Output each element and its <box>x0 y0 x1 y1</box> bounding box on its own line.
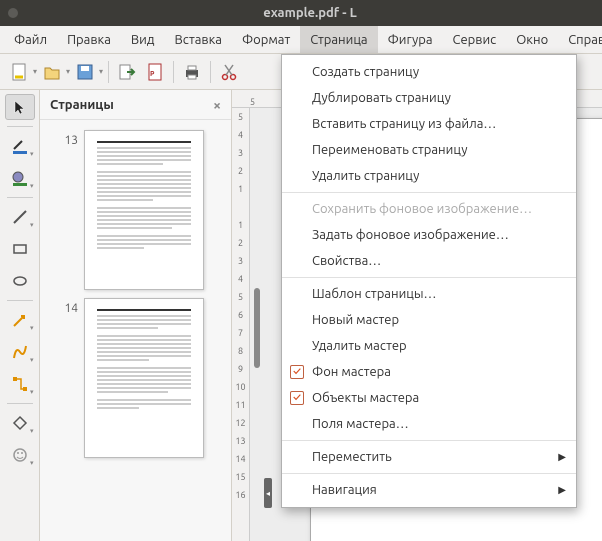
menu-navigation[interactable]: Навигация▶ <box>282 477 576 503</box>
menu-shape[interactable]: Фигура <box>378 26 443 53</box>
toolbar-separator <box>210 61 211 83</box>
menu-separator <box>282 277 576 278</box>
arrow-line-tool[interactable]: ▾ <box>5 307 35 333</box>
line-tool[interactable]: ▾ <box>5 204 35 230</box>
panel-collapse-handle[interactable]: ◂ <box>264 478 272 508</box>
svg-text:P: P <box>150 70 155 78</box>
tool-separator <box>7 403 33 404</box>
menu-move[interactable]: Переместить▶ <box>282 444 576 470</box>
menu-properties[interactable]: Свойства… <box>282 248 576 274</box>
menu-save-background: Сохранить фоновое изображение… <box>282 196 576 222</box>
page-thumbnail[interactable] <box>84 130 204 290</box>
page-thumb-row[interactable]: 13 <box>40 126 231 294</box>
menu-tools[interactable]: Сервис <box>443 26 507 53</box>
tool-separator <box>7 126 33 127</box>
menu-view[interactable]: Вид <box>121 26 165 53</box>
ellipse-tool[interactable] <box>5 268 35 294</box>
menu-page[interactable]: Страница <box>300 26 377 53</box>
menu-insert[interactable]: Вставка <box>164 26 231 53</box>
new-doc-button[interactable]: ▾ <box>6 59 37 85</box>
cursor-tool[interactable] <box>5 94 35 120</box>
fill-color-tool[interactable]: ▾ <box>5 165 35 191</box>
pages-panel-title: Страницы <box>50 98 114 112</box>
save-button[interactable]: ▾ <box>72 59 103 85</box>
menu-file[interactable]: Файл <box>4 26 57 53</box>
export-pdf-button[interactable]: P <box>142 59 168 85</box>
menu-set-background[interactable]: Задать фоновое изображение… <box>282 222 576 248</box>
menu-new-page[interactable]: Создать страницу <box>282 59 576 85</box>
scrollbar-thumb[interactable] <box>254 288 260 368</box>
window-control-dot[interactable] <box>8 8 18 18</box>
smiley-tool[interactable]: ▾ <box>5 442 35 468</box>
menu-master-objects[interactable]: ✓Объекты мастера <box>282 385 576 411</box>
toolbar-separator <box>108 61 109 83</box>
left-toolbox: ▾ ▾ ▾ ▾ ▾ ▾ ▾ ▾ <box>0 90 40 541</box>
menu-help[interactable]: Справка <box>558 26 602 53</box>
open-button[interactable]: ▾ <box>39 59 70 85</box>
checkbox-icon: ✓ <box>290 365 304 379</box>
page-number: 13 <box>48 130 78 147</box>
menu-window[interactable]: Окно <box>506 26 558 53</box>
menu-duplicate-page[interactable]: Дублировать страницу <box>282 85 576 111</box>
line-color-tool[interactable]: ▾ <box>5 133 35 159</box>
pages-panel-header: Страницы × <box>40 90 231 120</box>
basic-shapes-tool[interactable]: ▾ <box>5 410 35 436</box>
tool-separator <box>7 300 33 301</box>
menu-rename-page[interactable]: Переименовать страницу <box>282 137 576 163</box>
titlebar: example.pdf - L <box>0 0 602 26</box>
menu-master-background[interactable]: ✓Фон мастера <box>282 359 576 385</box>
menu-page-template[interactable]: Шаблон страницы… <box>282 281 576 307</box>
menu-separator <box>282 473 576 474</box>
print-button[interactable] <box>179 59 205 85</box>
export-button[interactable] <box>114 59 140 85</box>
window-title: example.pdf - L <box>26 6 594 20</box>
menu-edit[interactable]: Правка <box>57 26 121 53</box>
toolbar-separator <box>173 61 174 83</box>
page-thumbnail[interactable] <box>84 298 204 458</box>
cut-button[interactable] <box>216 59 242 85</box>
menu-delete-page[interactable]: Удалить страницу <box>282 163 576 189</box>
checkbox-icon: ✓ <box>290 391 304 405</box>
curve-tool[interactable]: ▾ <box>5 339 35 365</box>
pages-panel: Страницы × 13 14 <box>40 90 232 541</box>
menu-insert-page-from-file[interactable]: Вставить страницу из файла… <box>282 111 576 137</box>
menu-separator <box>282 440 576 441</box>
page-menu-dropdown: Создать страницу Дублировать страницу Вс… <box>281 54 577 508</box>
menu-separator <box>282 192 576 193</box>
close-panel-icon[interactable]: × <box>213 97 221 113</box>
tool-separator <box>7 197 33 198</box>
menu-master-fields[interactable]: Поля мастера… <box>282 411 576 437</box>
submenu-arrow-icon: ▶ <box>558 484 566 496</box>
menu-format[interactable]: Формат <box>232 26 300 53</box>
connector-tool[interactable]: ▾ <box>5 371 35 397</box>
menubar: Файл Правка Вид Вставка Формат Страница … <box>0 26 602 54</box>
rectangle-tool[interactable] <box>5 236 35 262</box>
vertical-ruler: 5432112345678910111213141516 <box>232 108 250 541</box>
menu-delete-master[interactable]: Удалить мастер <box>282 333 576 359</box>
pages-thumbnails: 13 14 <box>40 120 231 541</box>
page-number: 14 <box>48 298 78 315</box>
menu-new-master[interactable]: Новый мастер <box>282 307 576 333</box>
page-thumb-row[interactable]: 14 <box>40 294 231 462</box>
submenu-arrow-icon: ▶ <box>558 451 566 463</box>
